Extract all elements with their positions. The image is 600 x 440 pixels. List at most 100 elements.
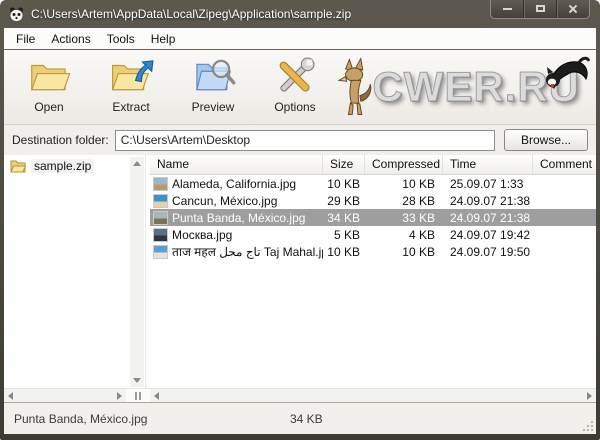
file-size: 10 KB [323, 245, 365, 259]
scroll-down-icon[interactable] [130, 373, 144, 387]
destination-label: Destination folder: [12, 133, 109, 147]
horizontal-scroll-row [4, 388, 596, 402]
content-area: sample.zip Name Size Compressed Time Com… [4, 155, 596, 388]
title-bar[interactable]: C:\Users\Artem\AppData\Local\Zipeg\Appli… [0, 0, 600, 28]
table-row[interactable]: Punta Banda, México.jpg 34 KB 33 KB 24.0… [150, 209, 596, 226]
menu-actions[interactable]: Actions [43, 30, 98, 48]
open-folder-icon [26, 55, 72, 99]
preview-folder-icon [190, 55, 236, 99]
coyote-mascot-icon [338, 56, 376, 118]
extract-label: Extract [112, 100, 149, 114]
file-compressed-size: 10 KB [365, 245, 443, 259]
file-time: 25.09.07 1:33 [443, 177, 533, 191]
file-name-cell: Alameda, California.jpg [150, 177, 323, 191]
file-compressed-size: 4 KB [365, 228, 443, 242]
menu-bar: File Actions Tools Help [4, 28, 596, 50]
file-list-panel: Name Size Compressed Time Comment Alamed… [150, 155, 596, 388]
file-name: Москва.jpg [172, 228, 232, 242]
scroll-right-icon[interactable] [112, 389, 126, 403]
folder-icon [10, 159, 26, 173]
window-controls [490, 0, 590, 19]
file-compressed-size: 33 KB [365, 211, 443, 225]
destination-input[interactable] [115, 130, 495, 151]
status-filename: Punta Banda, México.jpg [14, 412, 147, 426]
tree-item-label: sample.zip [31, 159, 94, 173]
menu-tools[interactable]: Tools [99, 30, 143, 48]
destination-row: Destination folder: Browse... [4, 125, 596, 155]
open-label: Open [34, 100, 63, 114]
table-row[interactable]: Alameda, California.jpg 10 KB 10 KB 25.0… [150, 175, 596, 192]
file-time: 24.09.07 21:38 [443, 211, 533, 225]
close-icon [568, 4, 578, 14]
table-row[interactable]: Cancun, México.jpg 29 KB 28 KB 24.09.07 … [150, 192, 596, 209]
thumbnail-icon [153, 211, 168, 225]
status-bar: Punta Banda, México.jpg 34 KB [4, 402, 596, 434]
file-time: 24.09.07 19:42 [443, 228, 533, 242]
archive-tree-panel: sample.zip [4, 155, 146, 388]
options-label: Options [274, 100, 315, 114]
thumbnail-icon [153, 245, 168, 259]
thumbnail-icon [153, 177, 168, 191]
open-button[interactable]: Open [8, 55, 90, 114]
scroll-left-icon[interactable] [150, 389, 164, 403]
tree-item-sample-zip[interactable]: sample.zip [4, 155, 145, 175]
toolbar: Open Extract Preview [4, 50, 596, 125]
list-header: Name Size Compressed Time Comment [150, 155, 596, 175]
file-rows: Alameda, California.jpg 10 KB 10 KB 25.0… [150, 175, 596, 388]
scroll-up-icon[interactable] [130, 157, 144, 171]
extract-button[interactable]: Extract [90, 55, 172, 114]
browse-button[interactable]: Browse... [504, 129, 588, 151]
options-button[interactable]: Options [254, 55, 336, 114]
file-name-cell: Punta Banda, México.jpg [150, 211, 323, 225]
file-compressed-size: 10 KB [365, 177, 443, 191]
file-size: 29 KB [323, 194, 365, 208]
splitter-handle[interactable] [126, 389, 150, 402]
scroll-right-icon[interactable] [582, 389, 596, 403]
column-header-comment[interactable]: Comment [533, 155, 596, 174]
preview-button[interactable]: Preview [172, 55, 254, 114]
minimize-button[interactable] [491, 0, 523, 18]
extract-folder-icon [108, 55, 154, 99]
table-row[interactable]: ताज महल تاج محل Taj Mahal.jpg 10 KB 10 K… [150, 243, 596, 260]
file-name-cell: Cancun, México.jpg [150, 194, 323, 208]
column-header-size[interactable]: Size [323, 155, 365, 174]
window-title: C:\Users\Artem\AppData\Local\Zipeg\Appli… [31, 7, 351, 21]
file-time: 24.09.07 21:38 [443, 194, 533, 208]
cwer-watermark: CWER.RU [338, 54, 580, 120]
column-header-compressed[interactable]: Compressed [365, 155, 443, 174]
file-size: 34 KB [323, 211, 365, 225]
column-header-name[interactable]: Name [150, 155, 323, 174]
minimize-icon [503, 8, 512, 10]
table-row[interactable]: Москва.jpg 5 KB 4 KB 24.09.07 19:42 [150, 226, 596, 243]
client-area: File Actions Tools Help Open Extract [4, 28, 596, 434]
tree-horizontal-scrollbar[interactable] [4, 389, 126, 402]
maximize-button[interactable] [523, 0, 556, 18]
file-name: Cancun, México.jpg [172, 194, 277, 208]
file-size: 10 KB [323, 177, 365, 191]
menu-file[interactable]: File [8, 30, 43, 48]
zipeg-panda-icon [8, 6, 25, 23]
file-name-cell: Москва.jpg [150, 228, 323, 242]
file-name-cell: ताज महल تاج محل Taj Mahal.jpg [150, 243, 323, 260]
tree-vertical-scrollbar[interactable] [130, 157, 144, 387]
maximize-icon [536, 5, 545, 12]
cat-mascot-icon [544, 52, 590, 90]
menu-help[interactable]: Help [143, 30, 184, 48]
file-name: ताज महल تاج محل Taj Mahal.jpg [172, 243, 323, 260]
file-time: 24.09.07 19:50 [443, 245, 533, 259]
file-compressed-size: 28 KB [365, 194, 443, 208]
close-button[interactable] [556, 0, 589, 18]
list-horizontal-scrollbar[interactable] [150, 389, 596, 402]
column-header-time[interactable]: Time [443, 155, 533, 174]
file-name: Punta Banda, México.jpg [172, 211, 305, 225]
thumbnail-icon [153, 228, 168, 242]
file-name: Alameda, California.jpg [172, 177, 296, 191]
scroll-left-icon[interactable] [4, 389, 18, 403]
file-size: 5 KB [323, 228, 365, 242]
thumbnail-icon [153, 194, 168, 208]
resize-grip[interactable] [581, 419, 593, 431]
zipeg-window: C:\Users\Artem\AppData\Local\Zipeg\Appli… [0, 0, 600, 440]
preview-label: Preview [192, 100, 235, 114]
status-filesize: 34 KB [290, 412, 323, 426]
options-tools-icon [272, 55, 318, 99]
